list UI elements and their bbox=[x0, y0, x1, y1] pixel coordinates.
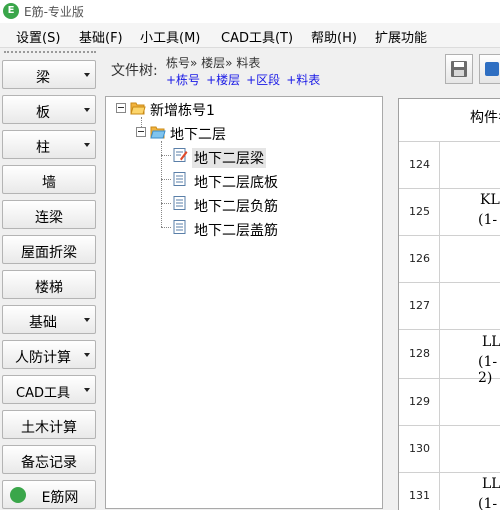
row-number: 125 bbox=[409, 205, 430, 218]
tree-connector bbox=[161, 141, 162, 227]
sidebar-foundation-button[interactable]: 基础 bbox=[2, 305, 96, 334]
file-tree: 新增栋号1 地下二层 地下二层梁 地下二层底板 地下二层负筋 地下二层盖筋 bbox=[105, 96, 383, 509]
dropdown-arrow-icon bbox=[84, 143, 90, 147]
add-section-link[interactable]: +区段 bbox=[246, 73, 280, 87]
dropdown-arrow-icon bbox=[84, 73, 90, 77]
file-tree-panel: 文件树: 栋号» 楼层» 料表 +栋号 +楼层 +区段 +料表 新增栋号1 地下二层 … bbox=[102, 48, 388, 509]
menu-bar: 设置(S) 基础(F) 小工具(M) CAD工具(T) 帮助(H) 扩展功能 bbox=[0, 23, 500, 48]
table-row[interactable]: 130 bbox=[399, 426, 500, 473]
table-row[interactable]: 127 bbox=[399, 283, 500, 330]
title-bar: E E筋-专业版 bbox=[0, 0, 500, 23]
sidebar-stairs-button[interactable]: 楼梯 bbox=[2, 270, 96, 299]
sidebar-wall-button[interactable]: 墙 bbox=[2, 165, 96, 194]
row-number: 129 bbox=[409, 395, 430, 408]
folder-icon bbox=[485, 62, 499, 76]
table-row[interactable]: 128 LL (1-2) bbox=[399, 330, 500, 386]
save-button[interactable] bbox=[445, 54, 473, 84]
dropdown-arrow-icon bbox=[84, 388, 90, 392]
row-number: 126 bbox=[409, 252, 430, 265]
column-header-component: 构件名称 bbox=[470, 110, 500, 126]
document-icon bbox=[172, 172, 188, 186]
sidebar-civil-calc-button[interactable]: 土木计算 bbox=[2, 410, 96, 439]
table-header-row: 构件名称 bbox=[399, 99, 500, 142]
row-number: 130 bbox=[409, 442, 430, 455]
menu-extensions[interactable]: 扩展功能 bbox=[375, 27, 427, 46]
folder-open-icon bbox=[150, 125, 166, 139]
component-cell[interactable]: KL (1- bbox=[440, 189, 500, 235]
menu-settings[interactable]: 设置(S) bbox=[16, 27, 60, 46]
component-cell[interactable] bbox=[440, 142, 500, 188]
collapse-toggle-icon[interactable] bbox=[116, 103, 126, 113]
sidebar-civil-defense-button[interactable]: 人防计算 bbox=[2, 340, 96, 369]
sidebar-beam-button[interactable]: 梁 bbox=[2, 60, 96, 89]
collapse-toggle-icon[interactable] bbox=[136, 127, 146, 137]
component-name: KL bbox=[480, 192, 500, 208]
component-cell[interactable] bbox=[440, 283, 500, 329]
row-number: 128 bbox=[409, 347, 430, 360]
component-cell[interactable]: LL (1-2) bbox=[440, 330, 500, 386]
tree-node-building[interactable]: 新增栋号1 bbox=[150, 100, 215, 120]
menu-basics[interactable]: 基础(F) bbox=[79, 27, 123, 46]
table-row[interactable]: 126 bbox=[399, 236, 500, 283]
sidebar-coupling-beam-button[interactable]: 连梁 bbox=[2, 200, 96, 229]
sidebar-slab-button[interactable]: 板 bbox=[2, 95, 96, 124]
sidebar-column-button[interactable]: 柱 bbox=[2, 130, 96, 159]
component-cell[interactable] bbox=[440, 236, 500, 282]
row-number: 131 bbox=[409, 489, 430, 502]
window-title: E筋-专业版 bbox=[24, 5, 84, 19]
component-name: LL bbox=[482, 476, 500, 492]
tree-connector bbox=[161, 155, 171, 156]
dropdown-arrow-icon bbox=[84, 108, 90, 112]
dropdown-arrow-icon bbox=[84, 318, 90, 322]
app-logo-icon: E bbox=[3, 3, 19, 19]
component-cell[interactable] bbox=[440, 426, 500, 472]
open-button[interactable] bbox=[479, 54, 500, 84]
menu-cad-tools[interactable]: CAD工具(T) bbox=[221, 27, 293, 46]
dropdown-arrow-icon bbox=[84, 353, 90, 357]
sidebar-memo-button[interactable]: 备忘记录 bbox=[2, 445, 96, 474]
table-row[interactable]: 129 bbox=[399, 379, 500, 426]
row-number: 127 bbox=[409, 299, 430, 312]
breadcrumb: 栋号» 楼层» 料表 bbox=[166, 56, 261, 70]
sidebar: 梁 板 柱 墙 连梁 屋面折梁 楼梯 基础 人防计算 CAD工具 土木计算 备忘… bbox=[0, 48, 101, 509]
component-cell[interactable] bbox=[440, 379, 500, 425]
toolbar-grip[interactable] bbox=[4, 51, 96, 56]
menu-tools[interactable]: 小工具(M) bbox=[140, 27, 200, 46]
tree-node-sheet-cover-rebar[interactable]: 地下二层盖筋 bbox=[194, 220, 278, 240]
component-table: 构件名称 124 125 KL (1- 126 127 128 LL (1-2) bbox=[398, 98, 500, 510]
tree-node-sheet-negative-rebar[interactable]: 地下二层负筋 bbox=[194, 196, 278, 216]
table-row[interactable]: 131 LL (1-2) bbox=[399, 473, 500, 510]
table-row[interactable]: 125 KL (1- bbox=[399, 189, 500, 236]
component-table-panel: 构件名称 124 125 KL (1- 126 127 128 LL (1-2) bbox=[390, 48, 500, 510]
tree-node-sheet-bottom-slab[interactable]: 地下二层底板 bbox=[194, 172, 278, 192]
component-span: (1-2) bbox=[478, 496, 498, 510]
component-cell[interactable]: LL (1-2) bbox=[440, 473, 500, 510]
row-number: 124 bbox=[409, 158, 430, 171]
tree-connector bbox=[161, 227, 171, 228]
save-icon bbox=[451, 61, 467, 77]
add-floor-link[interactable]: +楼层 bbox=[206, 73, 240, 87]
ejin-logo-icon bbox=[10, 487, 26, 503]
document-icon bbox=[172, 220, 188, 234]
tree-connector bbox=[161, 179, 171, 180]
add-sheet-link[interactable]: +料表 bbox=[286, 73, 320, 87]
file-tree-actions: +栋号 +楼层 +区段 +料表 bbox=[166, 71, 326, 88]
edit-document-icon bbox=[172, 148, 188, 162]
add-building-link[interactable]: +栋号 bbox=[166, 73, 200, 87]
sidebar-cad-tools-button[interactable]: CAD工具 bbox=[2, 375, 96, 404]
tree-node-floor[interactable]: 地下二层 bbox=[170, 124, 226, 144]
tree-connector bbox=[161, 203, 171, 204]
sidebar-roof-folded-beam-button[interactable]: 屋面折梁 bbox=[2, 235, 96, 264]
table-row[interactable]: 124 bbox=[399, 142, 500, 189]
document-icon bbox=[172, 196, 188, 210]
folder-open-icon bbox=[130, 101, 146, 115]
component-span: (1- bbox=[478, 212, 498, 228]
sidebar-ejin-web-button[interactable]: E筋网 bbox=[2, 480, 96, 509]
menu-help[interactable]: 帮助(H) bbox=[311, 27, 357, 46]
tree-node-sheet-beam[interactable]: 地下二层梁 bbox=[192, 148, 266, 168]
component-name: LL bbox=[482, 334, 500, 350]
file-tree-label: 文件树: bbox=[111, 63, 158, 79]
